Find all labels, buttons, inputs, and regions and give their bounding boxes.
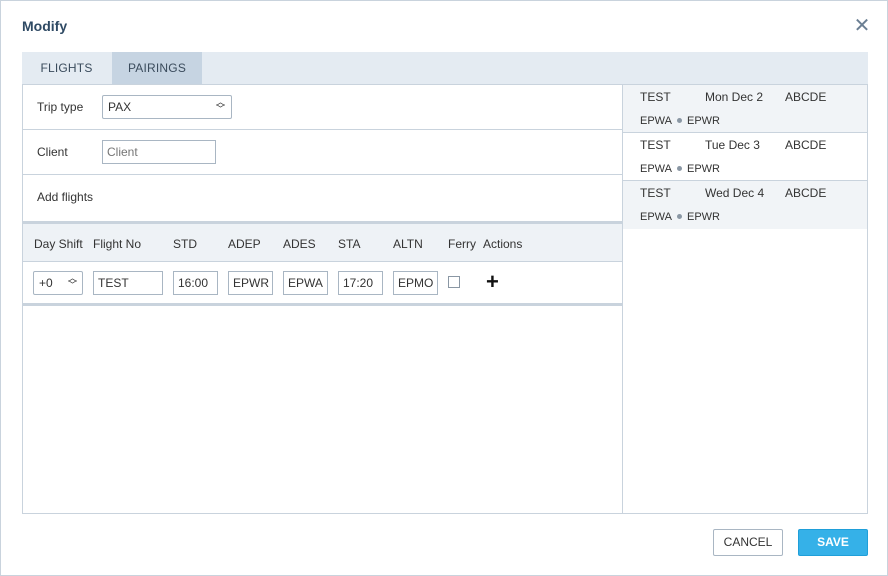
pairing-form-panel: Trip type PAX ︿﹀ Client Add flights Day …: [22, 85, 623, 514]
std-input[interactable]: 16:00: [173, 271, 218, 295]
client-input[interactable]: [102, 140, 216, 164]
close-icon[interactable]: ✕: [853, 16, 871, 36]
tab-bar: FLIGHTS PAIRINGS: [22, 52, 868, 85]
header-flight-no: Flight No: [93, 237, 142, 251]
ferry-checkbox[interactable]: [448, 276, 460, 288]
dot-icon: [677, 165, 682, 171]
list-item[interactable]: TEST Tue Dec 3 ABCDE EPWA EPWR: [623, 133, 867, 181]
tab-pairings[interactable]: PAIRINGS: [112, 52, 202, 84]
pairing-code: ABCDE: [785, 186, 827, 200]
add-flights-row: Add flights: [23, 175, 622, 221]
chevron-updown-icon: ︿ ﹀: [67, 273, 77, 290]
table-row: +0 ︿ ﹀ TEST 16:00 EPWR EPWA 17:20 EPMO +: [23, 262, 622, 306]
route-to: EPWR: [687, 115, 720, 127]
header-day-shift: Day Shift: [34, 237, 83, 251]
cancel-button[interactable]: CANCEL: [713, 529, 783, 556]
route-to: EPWR: [687, 211, 720, 223]
header-altn: ALTN: [393, 237, 423, 251]
pairing-route: EPWA EPWR: [640, 211, 720, 223]
pairing-route: EPWA EPWR: [640, 115, 720, 127]
dialog-title: Modify: [22, 18, 68, 34]
list-item[interactable]: TEST Wed Dec 4 ABCDE EPWA EPWR: [623, 181, 867, 229]
header-sta: STA: [338, 237, 361, 251]
save-button[interactable]: SAVE: [798, 529, 868, 556]
route-from: EPWA: [640, 115, 672, 127]
header-std: STD: [173, 237, 197, 251]
day-shift-value: +0: [39, 276, 53, 290]
header-adep: ADEP: [228, 237, 261, 251]
pairing-date: Tue Dec 3: [705, 138, 760, 152]
add-flights-label: Add flights: [37, 190, 94, 204]
pairing-route: EPWA EPWR: [640, 163, 720, 175]
client-label: Client: [37, 145, 68, 159]
modify-dialog: Modify ✕ FLIGHTS PAIRINGS Trip type PAX …: [0, 0, 888, 576]
ades-input[interactable]: EPWA: [283, 271, 328, 295]
header-ades: ADES: [283, 237, 316, 251]
ades-value: EPWA: [288, 276, 323, 290]
sta-input[interactable]: 17:20: [338, 271, 383, 295]
pairing-code: ABCDE: [785, 90, 827, 104]
flight-no-value: TEST: [98, 276, 129, 290]
adep-value: EPWR: [233, 276, 269, 290]
std-value: 16:00: [178, 276, 209, 290]
pairing-code: ABCDE: [785, 138, 827, 152]
route-to: EPWR: [687, 163, 720, 175]
pairings-list: TEST Mon Dec 2 ABCDE EPWA EPWR TEST Tue D…: [622, 85, 868, 514]
client-row: Client: [23, 130, 622, 175]
list-item[interactable]: TEST Mon Dec 2 ABCDE EPWA EPWR: [623, 85, 867, 133]
route-from: EPWA: [640, 163, 672, 175]
adep-input[interactable]: EPWR: [228, 271, 273, 295]
tab-flights[interactable]: FLIGHTS: [22, 52, 111, 84]
pairing-flight: TEST: [640, 186, 671, 200]
pairing-flight: TEST: [640, 90, 671, 104]
altn-value: EPMO: [398, 276, 434, 290]
day-shift-stepper[interactable]: +0 ︿ ﹀: [33, 271, 83, 295]
flights-table-header: Day Shift Flight No STD ADEP ADES STA AL…: [23, 221, 622, 262]
header-ferry: Ferry: [448, 237, 476, 251]
pairing-flight: TEST: [640, 138, 671, 152]
dot-icon: [677, 117, 682, 123]
trip-type-select[interactable]: PAX ︿ ﹀: [102, 95, 232, 119]
altn-input[interactable]: EPMO: [393, 271, 438, 295]
sta-value: 17:20: [343, 276, 374, 290]
trip-type-value: PAX: [108, 100, 132, 114]
dot-icon: [677, 213, 682, 219]
trip-type-label: Trip type: [37, 100, 84, 114]
chevron-updown-icon: ︿ ﹀: [215, 97, 225, 114]
pairing-date: Wed Dec 4: [705, 186, 765, 200]
pairing-date: Mon Dec 2: [705, 90, 764, 104]
header-actions: Actions: [483, 237, 523, 251]
route-from: EPWA: [640, 211, 672, 223]
flight-no-input[interactable]: TEST: [93, 271, 163, 295]
plus-icon[interactable]: +: [486, 270, 499, 294]
trip-type-row: Trip type PAX ︿ ﹀: [23, 85, 622, 130]
